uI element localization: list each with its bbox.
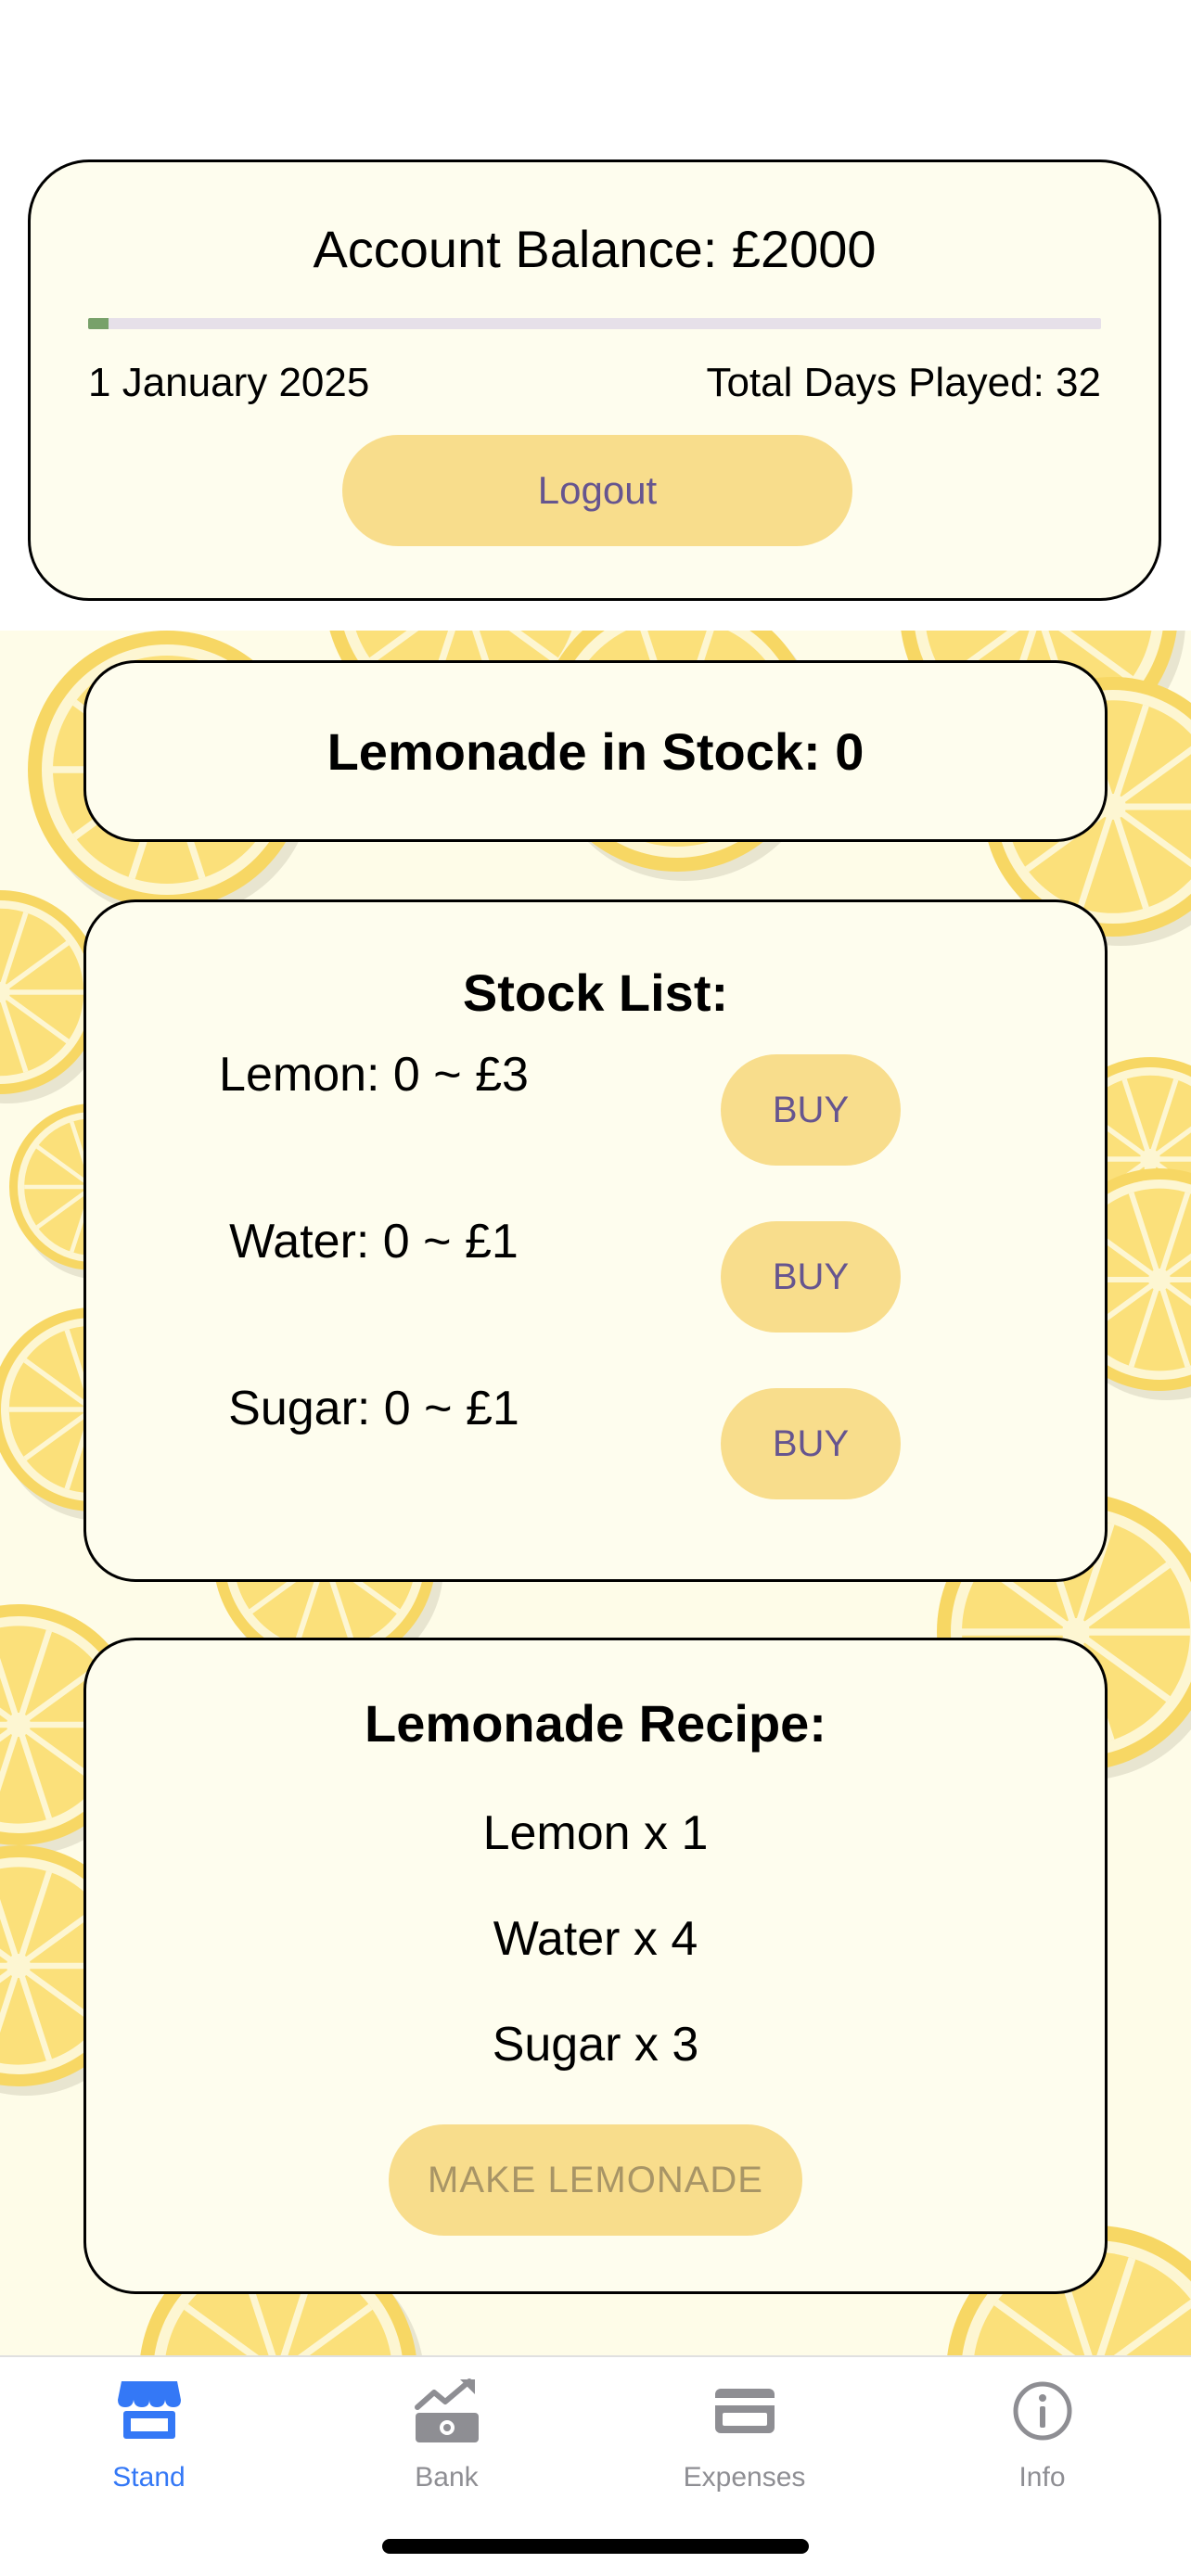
tab-expenses-label: Expenses: [683, 2462, 806, 2493]
tab-stand-label: Stand: [112, 2462, 186, 2493]
buy-lemon-button[interactable]: BUY: [721, 1054, 901, 1166]
tab-stand[interactable]: Stand: [0, 2357, 298, 2515]
recipe-lemon: Lemon x 1: [482, 1806, 709, 1860]
tab-expenses[interactable]: Expenses: [596, 2357, 893, 2515]
credit-card-icon: [714, 2389, 775, 2433]
day-progress-bar: [88, 318, 1101, 329]
tab-bank-label: Bank: [415, 2462, 479, 2493]
recipe-water: Water x 4: [493, 1912, 698, 1966]
stock-item-water: Water: 0 ~ £1: [229, 1215, 519, 1269]
info-icon: [1013, 2381, 1071, 2441]
lemonade-recipe-card: Lemonade Recipe: Lemon x 1 Water x 4 Sug…: [83, 1638, 1108, 2294]
stock-item-sugar: Sugar: 0 ~ £1: [228, 1382, 519, 1435]
tab-info[interactable]: Info: [893, 2357, 1191, 2515]
day-progress-fill: [88, 318, 109, 329]
logout-button[interactable]: Logout: [342, 435, 852, 546]
total-days-played: Total Days Played: 32: [706, 360, 1101, 405]
buy-water-button[interactable]: BUY: [721, 1221, 901, 1333]
lemonade-in-stock: Lemonade in Stock: 0: [327, 722, 864, 781]
tab-info-label: Info: [1018, 2462, 1066, 2493]
buy-sugar-button[interactable]: BUY: [721, 1388, 901, 1499]
stock-list-heading: Stock List:: [462, 963, 729, 1022]
recipe-heading: Lemonade Recipe:: [365, 1694, 826, 1753]
stock-item-lemon: Lemon: 0 ~ £3: [219, 1048, 529, 1102]
lemon-background: Lemonade in Stock: 0 Stock List: Lemon: …: [0, 631, 1191, 2355]
bank-icon: [414, 2378, 479, 2442]
storefront-icon: [117, 2381, 181, 2439]
stock-list-card: Stock List: Lemon: 0 ~ £3 BUY Water: 0 ~…: [83, 899, 1108, 1582]
make-lemonade-button[interactable]: MAKE LEMONADE: [389, 2124, 802, 2236]
tab-bank[interactable]: Bank: [298, 2357, 596, 2515]
lemonade-stock-card: Lemonade in Stock: 0: [83, 660, 1108, 842]
account-balance: Account Balance: £2000: [313, 220, 877, 278]
current-date: 1 January 2025: [88, 360, 370, 405]
recipe-sugar: Sugar x 3: [492, 2018, 699, 2072]
account-card: Account Balance: £2000 1 January 2025 To…: [28, 159, 1161, 601]
home-indicator: [382, 2539, 809, 2554]
